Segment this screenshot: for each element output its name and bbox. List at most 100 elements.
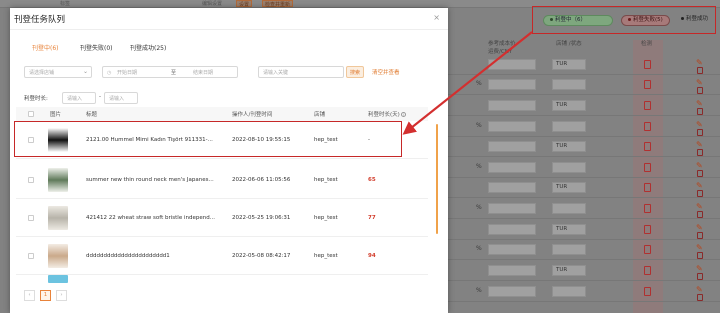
edit-icon[interactable]: ✎ xyxy=(696,161,703,170)
table-row[interactable]: ddddddddddddddddddddddd1 2022-05-08 08:42… xyxy=(16,237,428,275)
bg-currency-label: TUR xyxy=(556,61,568,67)
table-row[interactable]: summer new thin round neck men's Japanes… xyxy=(16,161,428,199)
trash-icon[interactable] xyxy=(697,211,703,218)
duration-to-input[interactable]: 请输入 xyxy=(104,92,138,104)
bg-freight-input[interactable] xyxy=(552,162,586,173)
bg-detect-icon[interactable] xyxy=(644,204,651,213)
bg-freight-input[interactable] xyxy=(552,79,586,90)
edit-icon[interactable]: ✎ xyxy=(696,181,703,190)
trash-icon[interactable] xyxy=(697,87,703,94)
shop-name: hep_test xyxy=(314,253,338,259)
edit-icon[interactable]: ✎ xyxy=(696,285,703,294)
bg-detect-icon[interactable] xyxy=(644,122,651,131)
bg-cost-input[interactable] xyxy=(488,162,536,173)
status-success-chip[interactable]: 利登成功 xyxy=(675,15,714,26)
bg-detect-icon[interactable] xyxy=(644,80,651,89)
modal-title: 刊登任务队列 xyxy=(14,15,66,25)
row-checkbox[interactable] xyxy=(28,253,34,259)
trash-icon[interactable] xyxy=(697,232,703,239)
publish-duration: 94 xyxy=(368,253,376,259)
edit-icon[interactable]: ✎ xyxy=(696,264,703,273)
modal-header: 刊登任务队列 × xyxy=(10,8,448,30)
header-operator-time: 操作人/刊登时间 xyxy=(232,112,273,118)
edit-icon[interactable]: ✎ xyxy=(696,140,703,149)
select-all-checkbox[interactable] xyxy=(28,111,34,117)
bg-detect-icon[interactable] xyxy=(644,60,651,69)
shop-select[interactable]: 请选择店铺 ⌄ xyxy=(24,66,92,78)
duration-from-input[interactable]: 请输入 xyxy=(62,92,96,104)
trash-icon[interactable] xyxy=(697,273,703,280)
bg-chip[interactable]: 检查并重新 xyxy=(262,0,294,8)
bg-detect-icon[interactable] xyxy=(644,183,651,192)
trash-icon[interactable] xyxy=(697,108,703,115)
trash-icon[interactable] xyxy=(697,252,703,259)
bg-percent-label: % xyxy=(476,122,482,129)
trash-icon[interactable] xyxy=(697,67,703,74)
bg-chip[interactable]: 设置 xyxy=(236,0,253,8)
bg-cost-input[interactable] xyxy=(488,203,536,214)
bg-currency-label: TUR xyxy=(556,226,568,232)
shop-select-placeholder: 请选择店铺 xyxy=(29,70,55,76)
search-button[interactable]: 搜索 xyxy=(346,66,365,78)
bg-cost-input[interactable] xyxy=(488,79,536,90)
bg-cost-input[interactable] xyxy=(488,286,536,297)
tab-publishing[interactable]: 刊登中(6) xyxy=(32,43,59,52)
trash-icon[interactable] xyxy=(697,149,703,156)
bg-cost-input[interactable] xyxy=(488,59,536,70)
edit-icon[interactable]: ✎ xyxy=(696,243,703,252)
edit-icon[interactable]: ✎ xyxy=(696,78,703,87)
edit-icon[interactable]: ✎ xyxy=(696,58,703,67)
bg-cost-input[interactable] xyxy=(488,244,536,255)
page-1-button[interactable]: 1 xyxy=(40,290,51,301)
bg-detect-icon[interactable] xyxy=(644,245,651,254)
status-failed-chip[interactable]: 利登失败(5) xyxy=(621,15,670,26)
bg-cost-input[interactable] xyxy=(488,141,536,152)
prev-page-button[interactable]: ‹ xyxy=(24,290,35,301)
table-scrollbar[interactable] xyxy=(436,124,438,234)
tab-success[interactable]: 刊登成功(25) xyxy=(130,43,166,52)
table-row[interactable]: 421412 22 wheat straw soft bristle indep… xyxy=(16,199,428,237)
trash-icon[interactable] xyxy=(697,170,703,177)
trash-icon[interactable] xyxy=(697,190,703,197)
duration-filter-row: 利登时长: 请输入 - 请输入 xyxy=(10,92,448,106)
trash-icon[interactable] xyxy=(697,129,703,136)
tab-failed[interactable]: 刊登失败(0) xyxy=(80,43,113,52)
bg-cost-input[interactable] xyxy=(488,182,536,193)
bg-column-detect: 检测 xyxy=(641,41,653,47)
edit-icon[interactable]: ✎ xyxy=(696,223,703,232)
bg-cost-input[interactable] xyxy=(488,121,536,132)
bg-cost-input[interactable] xyxy=(488,265,536,276)
bg-cost-input[interactable] xyxy=(488,100,536,111)
bg-percent-label: % xyxy=(476,163,482,170)
status-active-chip[interactable]: 利登中（6） xyxy=(543,15,613,26)
bg-detect-icon[interactable] xyxy=(644,163,651,172)
bg-detect-icon[interactable] xyxy=(644,225,651,234)
header-title: 标题 xyxy=(86,112,98,118)
bg-table-row: % ✎ xyxy=(448,75,720,95)
edit-icon[interactable]: ✎ xyxy=(696,120,703,129)
edit-icon[interactable]: ✎ xyxy=(696,202,703,211)
next-page-button[interactable]: › xyxy=(56,290,67,301)
bg-cost-input[interactable] xyxy=(488,224,536,235)
bg-detect-icon[interactable] xyxy=(644,101,651,110)
bg-freight-input[interactable] xyxy=(552,286,586,297)
edit-icon[interactable]: ✎ xyxy=(696,99,703,108)
row-checkbox[interactable] xyxy=(28,177,34,183)
close-icon[interactable]: × xyxy=(433,13,440,22)
bg-freight-input[interactable] xyxy=(552,121,586,132)
bg-detect-icon[interactable] xyxy=(644,287,651,296)
bg-table-row: % ✎ xyxy=(448,117,720,137)
row-checkbox[interactable] xyxy=(28,215,34,221)
bg-freight-input[interactable] xyxy=(552,244,586,255)
bg-detect-icon[interactable] xyxy=(644,266,651,275)
trash-icon[interactable] xyxy=(697,294,703,301)
calendar-icon: ◷ xyxy=(107,70,112,76)
keyword-input[interactable]: 请输入关键 xyxy=(258,66,344,78)
date-range-picker[interactable]: ◷ 开始日期 至 结束日期 xyxy=(102,66,238,78)
bg-freight-input[interactable] xyxy=(552,203,586,214)
duration-label: 利登时长: xyxy=(24,96,48,102)
bg-detect-icon[interactable] xyxy=(644,142,651,151)
duration-from-placeholder: 请输入 xyxy=(67,96,83,102)
clear-and-view-link[interactable]: 清空并查看 xyxy=(372,68,400,76)
bg-percent-label: % xyxy=(476,80,482,87)
